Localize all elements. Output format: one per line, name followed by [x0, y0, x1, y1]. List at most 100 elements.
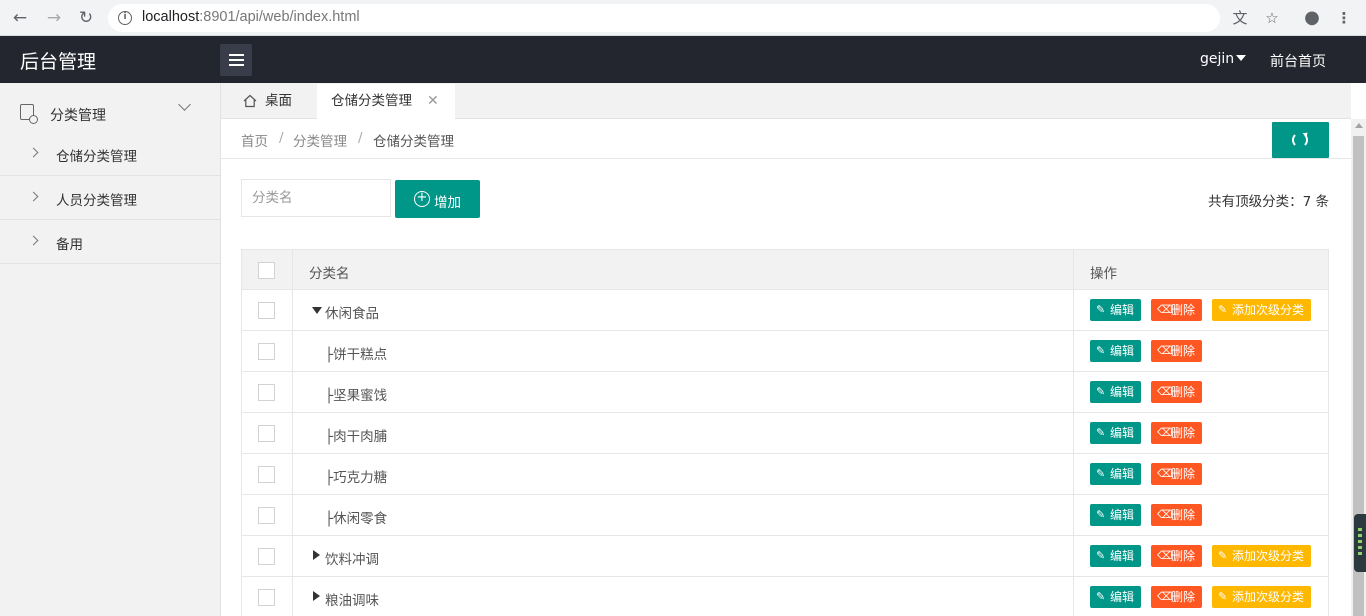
menu-toggle-button[interactable] — [220, 44, 252, 76]
delete-button[interactable]: ⌫ 删除 — [1151, 422, 1202, 444]
table-row: ├坚果蜜饯 ✎ 编辑 ⌫ 删除 — [242, 372, 1328, 413]
row-checkbox[interactable] — [258, 507, 275, 524]
url-text: localhost:8901/api/web/index.html — [142, 9, 360, 25]
sidebar-item-label: 人员分类管理 — [56, 193, 137, 209]
table-row: ├肉干肉脯 ✎ 编辑 ⌫ 删除 — [242, 413, 1328, 454]
reload-icon[interactable]: ↻ — [76, 8, 96, 28]
edit-button[interactable]: ✎ 编辑 — [1090, 504, 1141, 526]
add-subcategory-button[interactable]: ✎ 添加次级分类 — [1212, 299, 1311, 321]
table-row: 粮油调味 ✎ 编辑 ⌫ 删除 ✎ 添加次级分类 — [242, 577, 1328, 616]
caret-down-icon[interactable] — [1236, 55, 1246, 61]
delete-button[interactable]: ⌫ 删除 — [1151, 545, 1202, 567]
category-name: 休闲食品 — [325, 306, 379, 322]
select-all-checkbox[interactable] — [258, 262, 275, 279]
row-checkbox[interactable] — [258, 343, 275, 360]
breadcrumb-home[interactable]: 首页 — [241, 130, 268, 150]
trash-icon: ⌫ — [1157, 426, 1173, 439]
edit-button[interactable]: ✎ 编辑 — [1090, 381, 1141, 403]
pencil-icon: ✎ — [1218, 549, 1228, 562]
sidebar: 分类管理 仓储分类管理 人员分类管理 备用 — [0, 83, 221, 616]
header-ops: 操作 — [1090, 266, 1117, 282]
add-button[interactable]: + 增加 — [395, 180, 480, 218]
edit-button[interactable]: ✎ 编辑 — [1090, 463, 1141, 485]
row-checkbox[interactable] — [258, 589, 275, 606]
plus-circle-icon: + — [414, 191, 430, 207]
breadcrumb-category[interactable]: 分类管理 — [293, 130, 347, 150]
user-menu[interactable]: gejin — [1200, 51, 1234, 67]
tab-label: 仓储分类管理 — [331, 93, 412, 109]
more-menu-icon[interactable]: ⋮ — [1334, 8, 1354, 28]
category-name: ├巧克力糖 — [325, 470, 388, 486]
address-bar[interactable]: i localhost:8901/api/web/index.html — [108, 4, 1220, 32]
category-name: 饮料冲调 — [325, 552, 379, 568]
close-icon[interactable]: ✕ — [427, 84, 439, 119]
forward-arrow-icon[interactable]: → — [44, 8, 64, 28]
trash-icon: ⌫ — [1157, 508, 1173, 521]
trash-icon: ⌫ — [1157, 385, 1173, 398]
sidebar-group-label: 分类管理 — [50, 108, 106, 124]
category-name: ├饼干糕点 — [325, 347, 388, 363]
refresh-button[interactable] — [1272, 122, 1329, 158]
row-checkbox[interactable] — [258, 384, 275, 401]
category-table: 分类名 操作 休闲食品 ✎ 编辑 ⌫ 删除 ✎ 添加次级分类 ├饼干糕点 ✎ 编辑 ⌫ 删… — [241, 249, 1329, 616]
side-widget[interactable] — [1354, 514, 1366, 572]
front-home-link[interactable]: 前台首页 — [1270, 51, 1326, 71]
info-icon[interactable]: i — [118, 11, 132, 25]
caret-right-icon[interactable] — [313, 550, 320, 560]
refresh-icon — [1292, 132, 1308, 148]
caret-down-icon[interactable] — [312, 307, 322, 314]
browser-toolbar: ← → ↻ i localhost:8901/api/web/index.htm… — [0, 0, 1366, 36]
star-icon[interactable]: ☆ — [1262, 8, 1282, 28]
delete-button[interactable]: ⌫ 删除 — [1151, 381, 1202, 403]
breadcrumb: 首页 / 分类管理 / 仓储分类管理 — [221, 119, 1351, 159]
home-icon — [243, 94, 257, 108]
chevron-right-icon — [28, 191, 39, 202]
pencil-icon: ✎ — [1096, 467, 1106, 480]
scroll-up-icon[interactable] — [1355, 123, 1363, 128]
pencil-icon: ✎ — [1096, 508, 1106, 521]
edit-button[interactable]: ✎ 编辑 — [1090, 586, 1141, 608]
sidebar-item-label: 备用 — [56, 237, 83, 253]
row-checkbox[interactable] — [258, 466, 275, 483]
caret-right-icon[interactable] — [313, 591, 320, 601]
header-name: 分类名 — [309, 266, 350, 282]
category-name-input[interactable] — [241, 179, 391, 217]
row-checkbox[interactable] — [258, 548, 275, 565]
edit-button[interactable]: ✎ 编辑 — [1090, 340, 1141, 362]
add-subcategory-button[interactable]: ✎ 添加次级分类 — [1212, 586, 1311, 608]
tab-bar: 桌面 仓储分类管理 ✕ — [221, 83, 1351, 119]
tab-storage-category[interactable]: 仓储分类管理 ✕ — [317, 84, 455, 119]
chevron-down-icon — [178, 98, 191, 111]
document-settings-icon — [20, 104, 38, 124]
pencil-icon: ✎ — [1218, 303, 1228, 316]
sidebar-group-category[interactable]: 分类管理 — [0, 83, 220, 139]
add-subcategory-button[interactable]: ✎ 添加次级分类 — [1212, 545, 1311, 567]
category-name: 粮油调味 — [325, 593, 379, 609]
account-icon[interactable]: ● — [1302, 8, 1322, 28]
edit-button[interactable]: ✎ 编辑 — [1090, 422, 1141, 444]
chevron-right-icon — [28, 147, 39, 158]
sidebar-item-spare[interactable]: 备用 — [0, 220, 220, 264]
delete-button[interactable]: ⌫ 删除 — [1151, 463, 1202, 485]
delete-button[interactable]: ⌫ 删除 — [1151, 504, 1202, 526]
edit-button[interactable]: ✎ 编辑 — [1090, 299, 1141, 321]
app-header: 后台管理 gejin 前台首页 — [0, 36, 1366, 83]
edit-button[interactable]: ✎ 编辑 — [1090, 545, 1141, 567]
row-checkbox[interactable] — [258, 425, 275, 442]
sidebar-item-personnel[interactable]: 人员分类管理 — [0, 176, 220, 220]
sidebar-item-storage[interactable]: 仓储分类管理 — [0, 132, 220, 176]
pencil-icon: ✎ — [1096, 549, 1106, 562]
delete-button[interactable]: ⌫ 删除 — [1151, 340, 1202, 362]
pencil-icon: ✎ — [1218, 590, 1228, 603]
delete-button[interactable]: ⌫ 删除 — [1151, 586, 1202, 608]
delete-button[interactable]: ⌫ 删除 — [1151, 299, 1202, 321]
top-category-count: 共有顶级分类：7 条 — [1208, 194, 1329, 210]
app-title: 后台管理 — [20, 51, 97, 73]
translate-icon[interactable]: 文 — [1230, 8, 1250, 28]
back-arrow-icon[interactable]: ← — [10, 8, 30, 28]
tab-desktop[interactable]: 桌面 — [243, 84, 318, 119]
table-row: 休闲食品 ✎ 编辑 ⌫ 删除 ✎ 添加次级分类 — [242, 290, 1328, 331]
trash-icon: ⌫ — [1157, 344, 1173, 357]
pencil-icon: ✎ — [1096, 426, 1106, 439]
row-checkbox[interactable] — [258, 302, 275, 319]
